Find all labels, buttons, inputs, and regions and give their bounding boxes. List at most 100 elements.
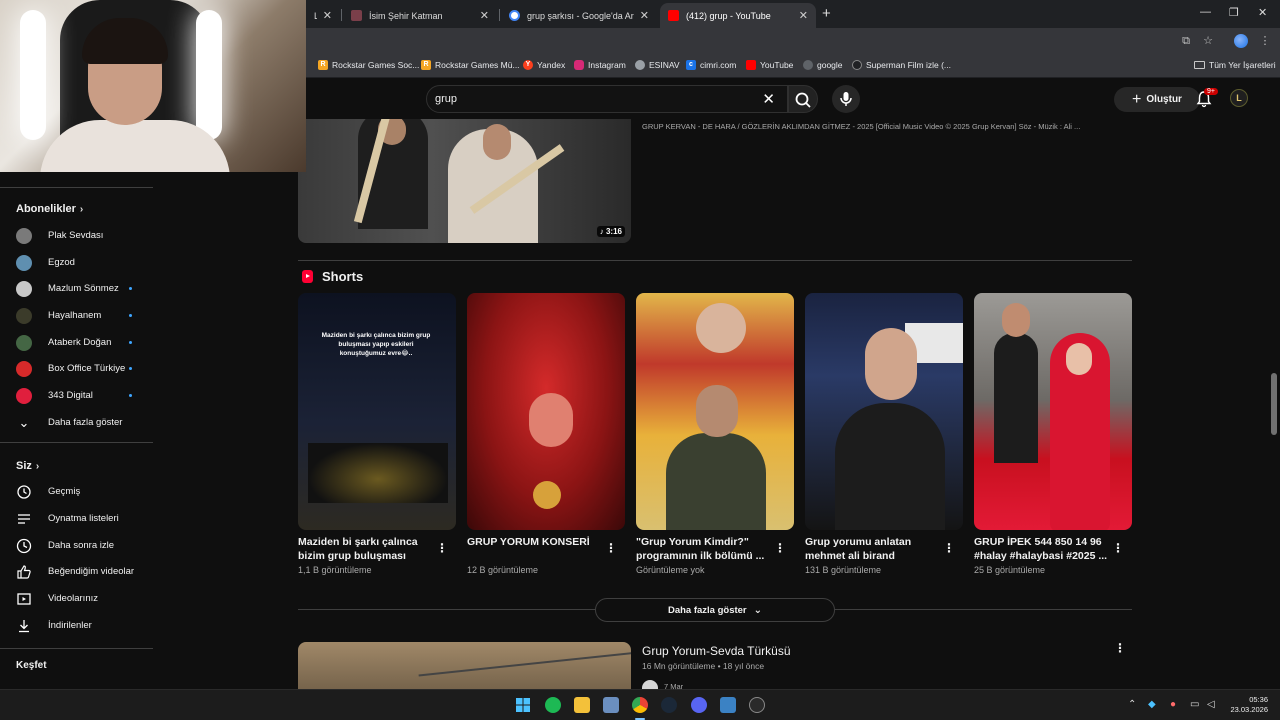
kebab-menu-icon[interactable]: ⋮ xyxy=(1258,34,1272,48)
tab-youtube[interactable]: (412) grup - YouTube ✕ xyxy=(660,3,816,28)
thumbnail-figure xyxy=(666,433,766,530)
close-window-icon[interactable]: ✕ xyxy=(1258,6,1267,19)
show-hidden-icons[interactable]: ⌃ xyxy=(1128,699,1136,710)
sidebar-item-playlists[interactable]: Oynatma listeleri xyxy=(0,505,153,532)
windows-start-icon[interactable] xyxy=(515,697,531,713)
discord-icon[interactable] xyxy=(691,697,707,713)
bookmark-item[interactable]: R Rockstar Games Soc... xyxy=(318,60,419,70)
short-thumbnail[interactable] xyxy=(805,293,963,530)
create-button[interactable]: + Oluştur xyxy=(1114,87,1200,112)
new-tab-icon[interactable]: + xyxy=(822,5,831,22)
close-icon[interactable]: ✕ xyxy=(799,9,808,22)
explore-heading[interactable]: Keşfet xyxy=(16,660,47,671)
sidebar-item-mazlum-sonmez[interactable]: Mazlum Sönmez xyxy=(0,275,153,302)
short-title[interactable]: GRUP İPEK 544 850 14 96 #halay #halaybas… xyxy=(974,535,1114,563)
steam-icon[interactable] xyxy=(661,697,677,713)
short-thumbnail[interactable]: Maziden bi şarkı çalınca bizim grup bulu… xyxy=(298,293,456,530)
bookmark-item[interactable]: Superman Film izle (... xyxy=(852,60,951,70)
more-actions-icon[interactable]: ⋮ xyxy=(1114,641,1126,655)
short-card[interactable]: GRUP İPEK 544 850 14 96 #halay #halaybas… xyxy=(974,293,1132,575)
cimri-icon: c xyxy=(686,60,696,70)
bookmark-item[interactable]: Y Yandex xyxy=(523,60,565,70)
search-button[interactable] xyxy=(788,85,818,113)
video-thumbnail[interactable]: ♪ 3:16 xyxy=(298,119,631,243)
sidebar-item-your-videos[interactable]: Videolarınız xyxy=(0,585,153,612)
sidebar-item-label: Egzod xyxy=(48,257,75,268)
sidebar-item-box-office-turkiye[interactable]: Box Office Türkiye xyxy=(0,355,153,382)
browser-profile-avatar[interactable] xyxy=(1234,34,1248,48)
sidebar-item-history[interactable]: Geçmiş xyxy=(0,478,153,505)
thumbnail-figure xyxy=(483,124,511,160)
system-clock[interactable]: 05:36 23.03.2026 xyxy=(1226,695,1268,715)
search-icon xyxy=(795,92,811,108)
bookmark-item[interactable]: YouTube xyxy=(746,60,793,70)
search-input[interactable]: grup ✕ xyxy=(426,85,788,113)
tab-isim-sehir[interactable]: İsim Şehir Katman ✕ xyxy=(343,3,497,28)
thumbnail-face xyxy=(529,393,573,447)
short-thumbnail[interactable] xyxy=(636,293,794,530)
sidebar-show-more[interactable]: ⌄ Daha fazla göster xyxy=(0,409,153,436)
more-actions-icon[interactable]: ⋮ xyxy=(943,541,955,555)
volume-icon[interactable]: ◁ xyxy=(1207,699,1215,710)
sidebar-item-hayalhanem[interactable]: Hayalhanem xyxy=(0,302,153,329)
close-icon[interactable]: ✕ xyxy=(323,9,332,22)
thumbnail-face xyxy=(1002,303,1030,337)
you-heading[interactable]: Siz › xyxy=(16,460,39,472)
sidebar-item-liked-videos[interactable]: Beğendiğim videolar xyxy=(0,558,153,585)
bookmark-item[interactable]: Instagram xyxy=(574,60,626,70)
sidebar-item-watch-later[interactable]: Daha sonra izle xyxy=(0,532,153,559)
install-app-icon[interactable]: ⧉ xyxy=(1179,34,1193,48)
short-card[interactable]: "Grup Yorum Kimdir?" programının ilk böl… xyxy=(636,293,794,575)
more-actions-icon[interactable]: ⋮ xyxy=(605,541,617,555)
steam-tray-icon[interactable]: ◆ xyxy=(1148,699,1156,710)
close-icon[interactable]: ✕ xyxy=(480,9,489,22)
subscriptions-heading[interactable]: Abonelikler › xyxy=(16,203,83,215)
bookmark-item[interactable]: ESINAV xyxy=(635,60,680,70)
restore-icon[interactable]: ❐ xyxy=(1229,6,1239,19)
short-card[interactable]: Grup yorumu anlatan mehmet ali birand 13… xyxy=(805,293,963,575)
tab-partial[interactable]: Lı ✕ xyxy=(306,3,340,28)
sidebar-item-plak-sevdasi[interactable]: Plak Sevdası xyxy=(0,222,153,249)
more-actions-icon[interactable]: ⋮ xyxy=(774,541,786,555)
sidebar-item-downloads[interactable]: İndirilenler xyxy=(0,612,153,639)
chrome-icon[interactable] xyxy=(632,697,648,713)
voice-search-button[interactable] xyxy=(832,85,860,113)
create-label: Oluştur xyxy=(1146,94,1182,105)
bookmark-item[interactable]: c cimri.com xyxy=(686,60,736,70)
short-title[interactable]: "Grup Yorum Kimdir?" programının ilk böl… xyxy=(636,535,776,563)
short-card[interactable]: Maziden bi şarkı çalınca bizim grup bulu… xyxy=(298,293,456,575)
all-bookmarks[interactable]: Tüm Yer İşaretleri xyxy=(1194,60,1276,70)
video-title[interactable]: Grup Yorum-Sevda Türküsü xyxy=(642,644,791,658)
network-icon[interactable]: ▭ xyxy=(1190,699,1199,710)
video-meta: 16 Mn görüntüleme • 18 yıl önce xyxy=(642,661,765,671)
sidebar-item-343-digital[interactable]: 343 Digital xyxy=(0,382,153,409)
short-card[interactable]: GRUP YORUM KONSERİ 12 B görüntüleme ⋮ xyxy=(467,293,625,575)
shorts-show-more-button[interactable]: Daha fazla göster ⌄ xyxy=(595,598,835,622)
sidebar-item-egzod[interactable]: Egzod xyxy=(0,249,153,276)
bookmark-star-icon[interactable]: ☆ xyxy=(1201,34,1215,48)
search-query[interactable]: grup xyxy=(435,93,457,105)
tab-google-search[interactable]: grup şarkısı - Google'da Ara ✕ xyxy=(501,3,657,28)
bookmark-item[interactable]: google xyxy=(803,60,843,70)
minimize-icon[interactable]: — xyxy=(1200,6,1211,18)
short-title[interactable]: GRUP YORUM KONSERİ xyxy=(467,535,607,563)
short-title[interactable]: Maziden bi şarkı çalınca bizim grup bulu… xyxy=(298,535,438,563)
store-icon[interactable] xyxy=(603,697,619,713)
page-scrollbar[interactable] xyxy=(1271,373,1277,435)
account-avatar[interactable]: L xyxy=(1230,89,1248,107)
close-icon[interactable]: ✕ xyxy=(640,9,649,22)
clear-search-icon[interactable]: ✕ xyxy=(762,90,775,108)
battlenet-icon[interactable] xyxy=(720,697,736,713)
sidebar-item-ataberk-dogan[interactable]: Ataberk Doğan xyxy=(0,329,153,356)
file-explorer-icon[interactable] xyxy=(574,697,590,713)
short-thumbnail[interactable] xyxy=(467,293,625,530)
more-actions-icon[interactable]: ⋮ xyxy=(436,541,448,555)
microphone-tray-icon[interactable]: ● xyxy=(1170,699,1176,710)
spotify-icon[interactable] xyxy=(545,697,561,713)
short-thumbnail[interactable] xyxy=(974,293,1132,530)
short-title[interactable]: Grup yorumu anlatan mehmet ali birand xyxy=(805,535,945,563)
like-icon xyxy=(16,564,32,580)
more-actions-icon[interactable]: ⋮ xyxy=(1112,541,1124,555)
app-icon[interactable] xyxy=(749,697,765,713)
bookmark-item[interactable]: R Rockstar Games Mü... xyxy=(421,60,520,70)
